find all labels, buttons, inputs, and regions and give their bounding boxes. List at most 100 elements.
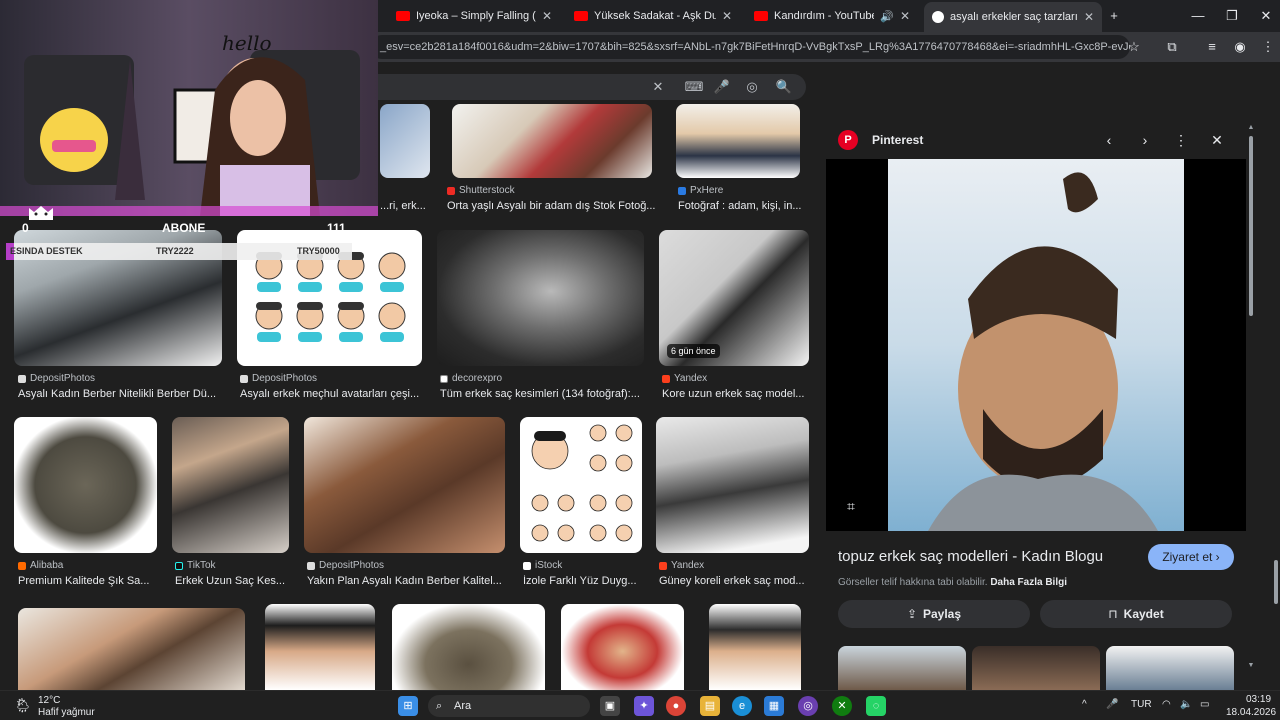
- menu-icon[interactable]: ⋮: [1258, 37, 1278, 57]
- scrollbar-up-icon[interactable]: ▲: [1246, 124, 1256, 131]
- shutterstock-icon: [447, 186, 455, 195]
- image-result[interactable]: [14, 417, 157, 553]
- image-result[interactable]: [18, 608, 245, 690]
- visit-button[interactable]: Ziyaret et ›: [1148, 544, 1234, 570]
- speaker-icon[interactable]: 🔊: [880, 10, 894, 23]
- share-button[interactable]: ⇪ Paylaş: [838, 600, 1030, 628]
- result-caption[interactable]: Asyalı erkek meçhul avatarları çeşi...: [240, 388, 422, 400]
- image-result[interactable]: [676, 104, 800, 178]
- preview-source[interactable]: P Pinterest: [838, 130, 923, 150]
- edge-icon[interactable]: e: [732, 696, 752, 716]
- image-result[interactable]: [304, 417, 505, 553]
- clear-icon[interactable]: ✕: [648, 77, 668, 97]
- result-caption[interactable]: Orta yaşlı Asyalı bir adam dış Stok Foto…: [447, 200, 657, 212]
- image-result[interactable]: [437, 230, 644, 366]
- result-source: DepositPhotos: [240, 373, 317, 384]
- related-image[interactable]: [972, 646, 1100, 690]
- preview-image[interactable]: [888, 159, 1184, 531]
- more-info-link[interactable]: Daha Fazla Bilgi: [990, 577, 1067, 588]
- taskbar-search[interactable]: ⌕ Ara: [428, 695, 590, 717]
- tab-yuksek-sadakat[interactable]: Yüksek Sadakat - Aşk Durdukça ✕: [566, 4, 740, 28]
- image-result[interactable]: [392, 604, 545, 690]
- new-tab-icon[interactable]: +: [1104, 6, 1124, 26]
- weather-text[interactable]: Hafif yağmur: [38, 707, 95, 718]
- preview-title[interactable]: topuz erkek saç modelleri - Kadın Blogu: [838, 548, 1103, 565]
- image-result[interactable]: [265, 604, 375, 690]
- search-icon[interactable]: 🔍: [774, 77, 794, 97]
- keyboard-icon[interactable]: ⌨: [684, 77, 704, 97]
- chrome-icon[interactable]: ●: [666, 696, 686, 716]
- image-result[interactable]: [172, 417, 289, 553]
- result-caption[interactable]: İzole Farklı Yüz Duyg...: [523, 575, 643, 587]
- close-icon[interactable]: ✕: [900, 9, 910, 23]
- result-caption[interactable]: Kore uzun erkek saç model...: [662, 388, 810, 400]
- image-result[interactable]: [452, 104, 652, 178]
- result-caption[interactable]: Güney koreli erkek saç mod...: [659, 575, 809, 587]
- image-result[interactable]: [656, 417, 809, 553]
- mic-icon[interactable]: 🎤: [1106, 699, 1118, 710]
- image-result[interactable]: [709, 604, 801, 690]
- page-scrollbar-thumb[interactable]: [1274, 560, 1278, 604]
- result-caption[interactable]: Tüm erkek saç kesimleri (134 fotoğraf):.…: [440, 388, 644, 400]
- tab-kandirdim[interactable]: Kandırdım - YouTube 🔊 ✕: [746, 4, 918, 28]
- scrollbar-down-icon[interactable]: ▼: [1246, 662, 1256, 669]
- result-source: TikTok: [175, 560, 216, 571]
- language-indicator[interactable]: TUR: [1131, 699, 1152, 710]
- close-icon[interactable]: ✕: [1084, 10, 1094, 24]
- image-result[interactable]: [380, 104, 430, 178]
- mic-icon[interactable]: 🎤: [712, 77, 732, 97]
- image-result[interactable]: [561, 604, 684, 690]
- battery-icon[interactable]: ▭: [1200, 699, 1209, 710]
- tab-google-images[interactable]: asyalı erkekler saç tarzları - Goo ✕: [924, 2, 1102, 32]
- close-icon[interactable]: ✕: [1206, 130, 1228, 150]
- file-explorer-icon[interactable]: ▤: [700, 696, 720, 716]
- related-image[interactable]: [838, 646, 966, 690]
- scrollbar[interactable]: ▲ ▼: [1246, 62, 1256, 682]
- related-image[interactable]: [1106, 646, 1234, 690]
- search-input[interactable]: ✕ ⌨ 🎤 ◎ 🔍: [370, 74, 806, 100]
- media-icon[interactable]: ≡: [1202, 37, 1222, 57]
- bookmark-icon: ⊓: [1108, 607, 1118, 621]
- xbox-icon[interactable]: ✕: [832, 696, 852, 716]
- chevron-left-icon[interactable]: ‹: [1098, 130, 1120, 150]
- scrollbar-thumb[interactable]: [1249, 136, 1253, 316]
- result-caption[interactable]: Erkek Uzun Saç Kes...: [175, 575, 289, 587]
- clock-time[interactable]: 03:19: [1246, 694, 1271, 705]
- image-result[interactable]: [520, 417, 642, 553]
- close-window-icon[interactable]: ✕: [1256, 6, 1276, 26]
- volume-icon[interactable]: 🔈: [1180, 699, 1192, 710]
- save-button[interactable]: ⊓ Kaydet: [1040, 600, 1232, 628]
- extensions-icon[interactable]: ⧉: [1162, 37, 1182, 57]
- result-source: iStock: [523, 560, 562, 571]
- lens-search-icon[interactable]: ⌗: [840, 496, 862, 516]
- result-caption[interactable]: Fotoğraf : adam, kişi, in...: [678, 200, 808, 212]
- start-icon[interactable]: ⊞: [398, 696, 418, 716]
- image-result[interactable]: 6 gün önce: [659, 230, 809, 366]
- star-icon[interactable]: ☆: [1124, 37, 1144, 57]
- close-icon[interactable]: ✕: [722, 9, 732, 23]
- obs-icon[interactable]: ◎: [798, 696, 818, 716]
- chevron-right-icon[interactable]: ›: [1134, 130, 1156, 150]
- restore-icon[interactable]: ❐: [1222, 6, 1242, 26]
- temperature[interactable]: 12°C: [38, 695, 60, 706]
- whatsapp-icon[interactable]: ◌: [866, 696, 886, 716]
- task-view-icon[interactable]: ▣: [600, 696, 620, 716]
- clock-date[interactable]: 18.04.2026: [1226, 707, 1276, 718]
- result-caption[interactable]: Yakın Plan Asyalı Kadın Berber Kalitel..…: [307, 575, 505, 587]
- result-caption[interactable]: Asyalı Kadın Berber Nitelikli Berber Dü.…: [18, 388, 224, 400]
- tab-iyeoka[interactable]: Iyeoka – Simply Falling (Official ✕: [388, 4, 560, 28]
- weather-icon[interactable]: 🌦: [14, 697, 32, 714]
- chevron-up-icon[interactable]: ^: [1082, 699, 1087, 710]
- more-icon[interactable]: ⋮: [1170, 130, 1192, 150]
- close-icon[interactable]: ✕: [542, 9, 552, 23]
- result-caption[interactable]: ...ri, erk...: [380, 200, 430, 212]
- result-caption[interactable]: Premium Kalitede Şık Sa...: [18, 575, 158, 587]
- wifi-icon[interactable]: ◠: [1162, 699, 1171, 710]
- profile-icon[interactable]: ◉: [1230, 37, 1250, 57]
- copilot-icon[interactable]: ✦: [634, 696, 654, 716]
- lens-icon[interactable]: ◎: [742, 77, 762, 97]
- store-icon[interactable]: ▦: [764, 696, 784, 716]
- tab-title: Iyeoka – Simply Falling (Official: [416, 10, 536, 22]
- address-bar[interactable]: _esv=ce2b281a184f0016&udm=2&biw=1707&bih…: [370, 35, 1130, 59]
- minimize-icon[interactable]: —: [1188, 6, 1208, 26]
